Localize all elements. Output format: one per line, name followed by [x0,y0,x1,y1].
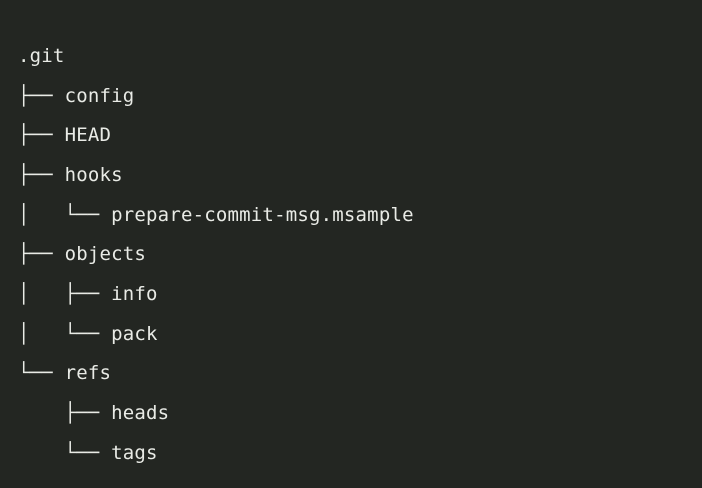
tree-line-objects: ├── objects [18,234,702,274]
tree-line-refs: └── refs [18,354,702,394]
tree-entry-name: objects [64,243,147,266]
tree-line-pack: │ └── pack [18,314,702,354]
tree-branch-connector: ├── [18,84,65,107]
tree-line-head: ├── HEAD [18,115,702,155]
tree-entry-name: HEAD [64,124,112,147]
tree-line-config: ├── config [18,76,702,116]
tree-line-hooks: ├── hooks [18,155,702,195]
tree-branch-connector: └── [18,441,112,464]
tree-entry-name: hooks [64,163,123,186]
tree-entry-name: config [64,84,135,107]
tree-entry-name: heads [111,402,170,425]
tree-entry-name: info [111,282,158,305]
directory-tree-panel: .git ├── config ├── HEAD ├── hooks │ └──… [0,0,702,488]
tree-line-tags: └── tags [18,433,702,473]
tree-branch-connector: ├── [18,243,65,266]
tree-root: .git [18,36,702,76]
tree-line-heads: ├── heads [18,393,702,433]
tree-branch-connector: ├── [18,402,112,425]
tree-branch-connector: │ └── [18,322,112,345]
tree-entry-name: refs [64,362,112,385]
tree-line-info: │ ├── info [18,274,702,314]
directory-tree: .git ├── config ├── HEAD ├── hooks │ └──… [18,36,702,473]
tree-entry-name: pack [111,322,158,345]
root-folder-name: .git [18,44,65,67]
tree-branch-connector: ├── [18,163,65,186]
tree-entry-name: prepare-commit-msg.msample [111,203,414,226]
tree-branch-connector: ├── [18,124,65,147]
tree-branch-connector: │ ├── [18,282,112,305]
tree-line-prepare-commit-msg: │ └── prepare-commit-msg.msample [18,195,702,235]
tree-branch-connector: └── [18,362,65,385]
tree-entry-name: tags [111,441,158,464]
tree-branch-connector: │ └── [18,203,112,226]
